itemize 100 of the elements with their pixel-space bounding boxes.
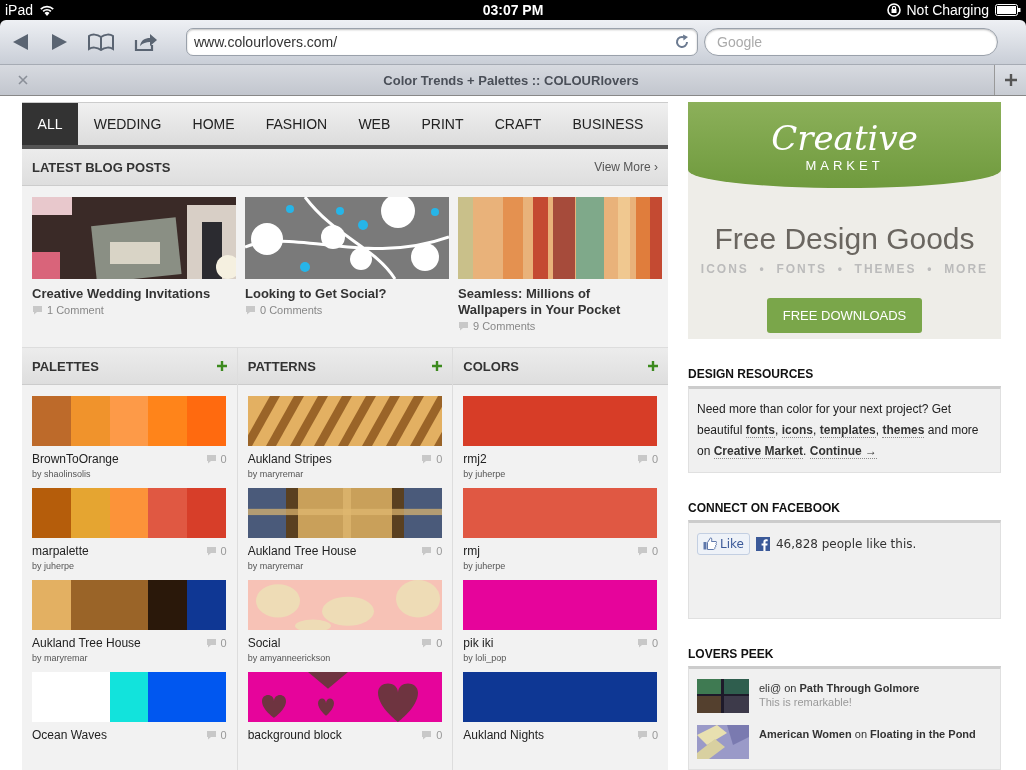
- device-name: iPad: [5, 2, 34, 18]
- comment-icon: [32, 305, 43, 315]
- comment-count: 0: [651, 729, 658, 741]
- author-text: by shaolinsolis: [32, 469, 92, 479]
- item-title-link[interactable]: Aukland Tree House: [32, 636, 141, 650]
- comment-icon: [421, 454, 433, 464]
- item-title-link[interactable]: Aukland Stripes: [247, 452, 332, 466]
- section-heading: LATEST BLOG POSTS: [32, 159, 171, 175]
- view-more-link[interactable]: View More ›: [594, 160, 658, 174]
- category-tab[interactable]: CRAFT: [479, 103, 557, 145]
- comment-icon: [636, 454, 648, 464]
- category-tab[interactable]: BUSINESS: [556, 103, 659, 145]
- palette-swatch[interactable]: [32, 488, 226, 538]
- comment-icon: [205, 638, 217, 648]
- comment-icon: [421, 546, 433, 556]
- facebook-icon: [755, 536, 770, 551]
- comment-count: 1 Comment: [47, 304, 104, 316]
- color-swatch[interactable]: [463, 488, 658, 538]
- section-heading: COLORS: [463, 358, 519, 374]
- category-tab[interactable]: HOME: [176, 103, 251, 145]
- item-title-link[interactable]: Ocean Waves: [32, 728, 107, 742]
- pattern-swatch[interactable]: [247, 580, 442, 630]
- category-tab[interactable]: WEDDING: [78, 103, 177, 145]
- resources-paragraph: Need more than color for your next project? Get beautiful fonts, icons, templates, themes and more on Creative Market. Continue →: [697, 400, 980, 461]
- comment-icon: [636, 638, 648, 648]
- color-swatch[interactable]: [463, 580, 658, 630]
- pattern-swatch[interactable]: [247, 488, 442, 538]
- comment-icon: [458, 321, 469, 331]
- item-title-link[interactable]: Social: [247, 636, 281, 650]
- back-icon[interactable]: [12, 33, 30, 51]
- comment-count: 0: [651, 453, 658, 465]
- comment-count: 0: [436, 545, 443, 557]
- category-tab[interactable]: FASHION: [250, 103, 343, 145]
- ad-logo-subtitle: MARKET: [805, 157, 884, 173]
- close-tab-icon[interactable]: [18, 75, 28, 85]
- activity-text[interactable]: American Women on Floating in the Pond: [759, 725, 976, 740]
- comment-icon: [245, 305, 256, 315]
- author-text: by loli_pop: [463, 653, 508, 663]
- category-tab[interactable]: PRINT: [405, 103, 480, 145]
- resource-link[interactable]: templates: [819, 422, 876, 438]
- activity-text[interactable]: eli@ on Path Through Golmore: [759, 679, 920, 694]
- color-swatch[interactable]: [463, 396, 658, 446]
- ad-headline: Free Design Goods: [714, 222, 975, 256]
- post-title-link[interactable]: Creative Wedding Invitations: [32, 286, 236, 302]
- item-title-link[interactable]: Aukland Tree House: [247, 544, 357, 558]
- category-tab[interactable]: WEB: [342, 103, 406, 145]
- comment-icon: [636, 730, 648, 740]
- comment-count: 0: [436, 729, 443, 741]
- comment-count: 9 Comments: [473, 320, 536, 332]
- add-icon: [1003, 73, 1018, 87]
- resource-link[interactable]: Continue →: [809, 443, 878, 459]
- clock-time: 03:07 PM: [482, 2, 544, 18]
- author-text: by amyanneerickson: [247, 653, 332, 663]
- ad-logo-text: Creative: [771, 117, 918, 158]
- charging-status: Not Charging: [906, 2, 989, 18]
- share-icon[interactable]: [134, 32, 158, 52]
- post-title-link[interactable]: Looking to Get Social?: [245, 286, 449, 302]
- comment-icon: [205, 730, 217, 740]
- bookmarks-icon[interactable]: [88, 33, 114, 51]
- comment-count: 0: [220, 453, 227, 465]
- comment-icon: [636, 546, 648, 556]
- comment-count: 0 Comments: [260, 304, 323, 316]
- thumbs-up-icon: [703, 537, 717, 551]
- add-icon[interactable]: [432, 361, 443, 371]
- palette-swatch[interactable]: [32, 396, 226, 446]
- sidebar-heading: DESIGN RESOURCES: [688, 366, 815, 381]
- search-field[interactable]: Google: [704, 28, 998, 56]
- item-title-link[interactable]: BrownToOrange: [32, 452, 119, 466]
- item-title-link[interactable]: background block: [247, 728, 342, 742]
- comment-count: 0: [220, 545, 227, 557]
- author-text: by juherpe: [463, 561, 507, 571]
- comment-icon: [205, 546, 217, 556]
- item-title-link[interactable]: rmj2: [463, 452, 487, 466]
- add-icon[interactable]: [216, 361, 227, 371]
- new-tab-button[interactable]: [994, 65, 1026, 95]
- url-field[interactable]: www.colourlovers.com/: [186, 28, 698, 56]
- add-icon[interactable]: [648, 361, 658, 371]
- item-title-link[interactable]: Aukland Nights: [463, 728, 545, 742]
- comment-count: 0: [651, 637, 658, 649]
- comment-count: 0: [220, 729, 227, 741]
- author-text: by maryremar: [247, 469, 305, 479]
- color-swatch[interactable]: [463, 672, 658, 722]
- battery-icon: [995, 4, 1021, 16]
- pattern-swatch[interactable]: [247, 396, 442, 446]
- item-title-link[interactable]: marpalette: [32, 544, 89, 558]
- comment-count: 0: [436, 453, 443, 465]
- category-tab[interactable]: ALL: [22, 103, 79, 145]
- palette-swatch[interactable]: [32, 580, 226, 630]
- palette-swatch[interactable]: [32, 672, 226, 722]
- reload-icon[interactable]: [674, 34, 690, 50]
- resource-link[interactable]: themes: [882, 422, 925, 438]
- author-text: by maryremar: [32, 653, 89, 663]
- pattern-swatch[interactable]: [247, 672, 442, 722]
- comment-icon: [421, 638, 433, 648]
- item-title-link[interactable]: rmj: [463, 544, 480, 558]
- item-title-link[interactable]: pik iki: [463, 636, 494, 650]
- like-button[interactable]: Like: [697, 532, 750, 555]
- post-title-link[interactable]: Seamless: Millions of Wallpapers in Your Pocket: [458, 286, 662, 318]
- comment-count: 0: [436, 637, 443, 649]
- forward-icon[interactable]: [50, 33, 68, 51]
